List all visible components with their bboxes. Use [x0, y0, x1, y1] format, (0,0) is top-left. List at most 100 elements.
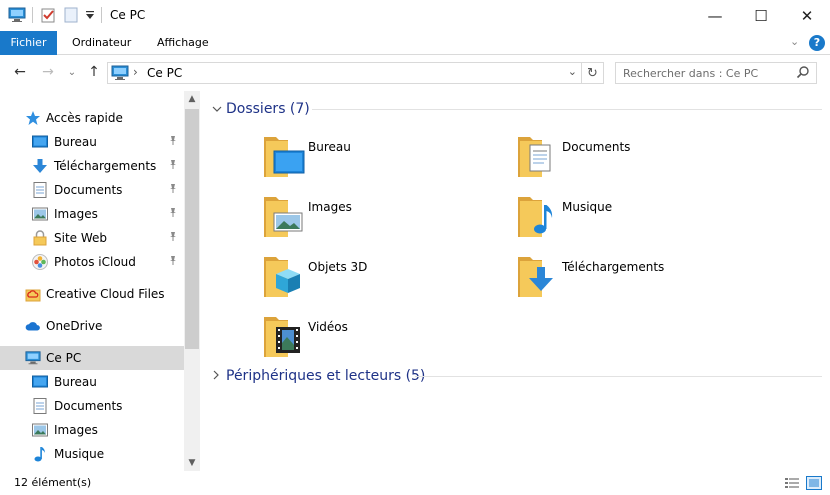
sidebar-item-label: Musique: [54, 447, 105, 461]
minimize-button[interactable]: —: [692, 0, 738, 31]
search-input[interactable]: [623, 65, 791, 81]
sidebar-item-label: OneDrive: [46, 319, 103, 333]
close-button[interactable]: ✕: [784, 0, 830, 31]
folder-tile-documents[interactable]: Documents: [516, 131, 756, 181]
pin-icon[interactable]: [168, 159, 178, 172]
sidebar-item-site-web[interactable]: Site Web: [0, 226, 184, 250]
address-dropdown-icon[interactable]: ⌄: [568, 65, 577, 78]
sidebar-item-label: Photos iCloud: [54, 255, 136, 269]
group-header-peripheriques[interactable]: Périphériques et lecteurs (5): [212, 366, 425, 386]
photos-icon: [32, 254, 48, 270]
picture-icon: [32, 422, 48, 438]
sidebar-item-ce-pc[interactable]: Ce PC: [0, 346, 184, 370]
navigation-pane: Accès rapide Bureau Téléchargements Docu…: [0, 91, 200, 471]
group-title: Périphériques et lecteurs (5): [226, 368, 426, 384]
lock-folder-icon: [32, 230, 48, 246]
pin-icon[interactable]: [168, 207, 178, 220]
sidebar-item-acces-rapide[interactable]: Accès rapide: [0, 106, 184, 130]
pin-icon[interactable]: [168, 255, 178, 268]
sidebar-scrollbar[interactable]: ▲ ▼: [184, 91, 200, 471]
customize-toolbar-icon[interactable]: [86, 6, 94, 24]
forward-button[interactable]: →: [38, 62, 58, 82]
sidebar-item-bureau[interactable]: Bureau: [0, 130, 184, 154]
maximize-button[interactable]: ☐: [738, 0, 784, 31]
pin-icon[interactable]: [168, 183, 178, 196]
refresh-button[interactable]: ↻: [581, 63, 603, 83]
tab-affichage[interactable]: Affichage: [145, 31, 221, 55]
sidebar-item-images[interactable]: Images: [0, 202, 184, 226]
new-folder-icon[interactable]: [64, 6, 78, 24]
document-icon: [32, 398, 48, 414]
chevron-down-icon[interactable]: [212, 103, 226, 116]
scroll-thumb[interactable]: [185, 109, 199, 349]
creative-cloud-icon: [25, 286, 41, 302]
sidebar-item-label: Site Web: [54, 231, 108, 245]
sidebar-item-label: Images: [54, 207, 98, 221]
address-bar[interactable]: › Ce PC ⌄ ↻: [107, 62, 604, 84]
navigation-bar: ← → ⌄ ↑ › Ce PC ⌄ ↻: [0, 55, 830, 91]
pin-icon[interactable]: [168, 135, 178, 148]
large-icons-view-icon[interactable]: [806, 476, 822, 490]
sidebar-item-bureau-pc[interactable]: Bureau: [0, 370, 184, 394]
pin-icon[interactable]: [168, 231, 178, 244]
group-title: Dossiers (7): [226, 101, 310, 117]
folder-label: Objets 3D: [308, 260, 368, 274]
sidebar-item-documents-pc[interactable]: Documents: [0, 394, 184, 418]
documents-folder-icon: [516, 131, 562, 181]
sidebar-item-photos-icloud[interactable]: Photos iCloud: [0, 250, 184, 274]
window-title: Ce PC: [110, 8, 146, 22]
help-icon[interactable]: ?: [809, 35, 825, 51]
tab-ordinateur[interactable]: Ordinateur: [60, 31, 143, 55]
sidebar-item-label: Documents: [54, 399, 123, 413]
sidebar-item-telechargements[interactable]: Téléchargements: [0, 154, 184, 178]
downloads-folder-icon: [516, 251, 562, 301]
recent-locations-button[interactable]: ⌄: [62, 62, 82, 82]
scroll-up-icon[interactable]: ▲: [184, 91, 200, 107]
group-divider: [415, 376, 822, 377]
item-count: 12 élément(s): [14, 476, 92, 489]
chevron-right-icon[interactable]: [212, 370, 226, 383]
cloud-icon: [25, 318, 41, 334]
sidebar-item-onedrive[interactable]: OneDrive: [0, 314, 184, 338]
sidebar-item-label: Images: [54, 423, 98, 437]
properties-icon[interactable]: [40, 6, 56, 24]
folder-label: Téléchargements: [562, 260, 665, 274]
ribbon-expand-icon[interactable]: ⌄: [790, 35, 799, 48]
star-icon: [25, 110, 41, 126]
search-icon[interactable]: [796, 65, 810, 82]
computer-icon: [111, 65, 129, 84]
tab-fichier[interactable]: Fichier: [0, 31, 57, 55]
folder-label: Musique: [562, 200, 613, 214]
folder-label: Bureau: [308, 140, 351, 154]
group-header-dossiers[interactable]: Dossiers (7): [212, 99, 310, 119]
sidebar-item-label: Téléchargements: [54, 159, 157, 173]
group-divider: [312, 109, 822, 110]
folder-tile-objets-3d[interactable]: Objets 3D: [262, 251, 502, 301]
breadcrumb-ce-pc[interactable]: Ce PC: [147, 66, 182, 80]
folder-tile-bureau[interactable]: Bureau: [262, 131, 502, 181]
up-button[interactable]: ↑: [84, 62, 104, 82]
music-icon: [32, 446, 48, 462]
sidebar-item-creative-cloud-files[interactable]: Creative Cloud Files: [0, 282, 184, 306]
sidebar-item-musique-pc[interactable]: Musique: [0, 442, 184, 466]
desktop-icon: [32, 374, 48, 390]
back-button[interactable]: ←: [10, 62, 30, 82]
sidebar-item-documents[interactable]: Documents: [0, 178, 184, 202]
folder-label: Images: [308, 200, 352, 214]
folder-tile-videos[interactable]: Vidéos: [262, 311, 502, 361]
title-separator: [32, 7, 33, 23]
scroll-down-icon[interactable]: ▼: [184, 455, 200, 471]
folder-tile-images[interactable]: Images: [262, 191, 502, 241]
document-icon: [32, 182, 48, 198]
desktop-folder-icon: [262, 131, 308, 181]
sidebar-item-images-pc[interactable]: Images: [0, 418, 184, 442]
folder-tile-telechargements[interactable]: Téléchargements: [516, 251, 756, 301]
folder-tile-musique[interactable]: Musique: [516, 191, 756, 241]
sidebar-item-label: Creative Cloud Files: [46, 287, 165, 301]
sidebar-item-label: Accès rapide: [46, 111, 123, 125]
download-icon: [32, 158, 48, 174]
videos-folder-icon: [262, 311, 308, 361]
search-box[interactable]: [615, 62, 817, 84]
sidebar-item-label: Bureau: [54, 135, 97, 149]
details-view-icon[interactable]: [784, 476, 800, 490]
